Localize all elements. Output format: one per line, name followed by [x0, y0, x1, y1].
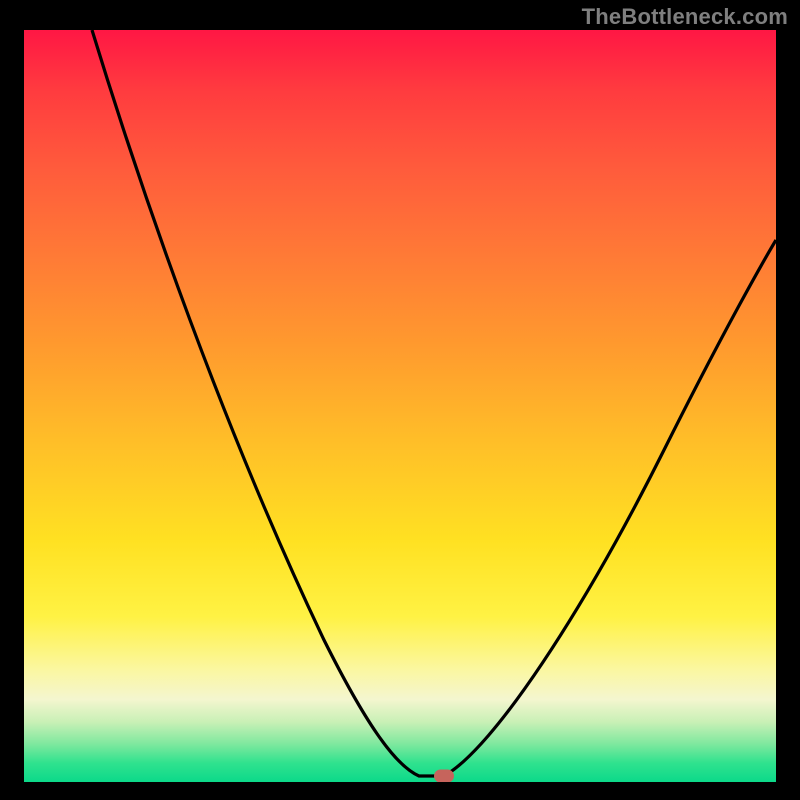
watermark-text: TheBottleneck.com	[582, 4, 788, 30]
curve-right-branch	[444, 240, 776, 776]
curve-left-branch	[92, 30, 444, 776]
plot-area	[24, 30, 776, 782]
chart-container: TheBottleneck.com	[0, 0, 800, 800]
bottleneck-curve	[24, 30, 776, 782]
optimal-marker	[434, 770, 454, 783]
